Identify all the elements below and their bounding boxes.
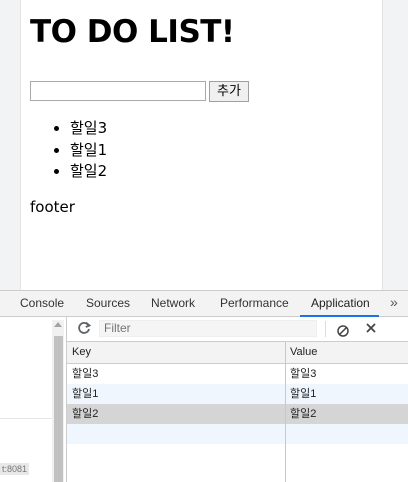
empty-row[interactable]: [67, 424, 408, 444]
key-cell[interactable]: 할일2: [72, 404, 98, 424]
key-cell[interactable]: 할일3: [72, 364, 98, 384]
value-cell[interactable]: 할일3: [290, 364, 316, 384]
browser-viewport: TO DO LIST! 추가 할일3 할일1 할일2 footer: [0, 0, 408, 290]
key-cell[interactable]: 할일1: [72, 384, 98, 404]
storage-table: Key Value 할일3 할일3 할일1 할일1 할일2 할일2: [67, 342, 408, 482]
todo-item: 할일3: [70, 118, 107, 140]
devtools-tab-bar: Console Sources Network Performance Appl…: [0, 291, 408, 317]
todo-input[interactable]: [30, 81, 206, 101]
table-row-selected[interactable]: 할일2 할일2: [67, 404, 408, 424]
table-row[interactable]: 할일1 할일1: [67, 384, 408, 404]
page-title: TO DO LIST!: [30, 14, 235, 50]
value-cell[interactable]: 할일2: [290, 404, 316, 424]
chevron-double-right-icon[interactable]: »: [390, 291, 398, 316]
add-todo-button[interactable]: 추가: [209, 81, 249, 102]
column-header-key[interactable]: Key: [72, 342, 91, 363]
todo-page: TO DO LIST! 추가 할일3 할일1 할일2 footer: [20, 0, 383, 290]
page-footer: footer: [30, 198, 75, 216]
scrollbar-thumb[interactable]: [54, 336, 63, 482]
table-header: Key Value: [67, 342, 408, 364]
tab-performance[interactable]: Performance: [220, 291, 289, 316]
scroll-up-icon[interactable]: [54, 322, 62, 327]
storage-toolbar: [67, 317, 408, 342]
sidebar-scrollbar[interactable]: [52, 320, 64, 482]
todo-item: 할일2: [70, 161, 107, 183]
column-header-value[interactable]: Value: [290, 342, 317, 363]
application-sidebar: t:8081: [0, 317, 67, 482]
column-divider[interactable]: [285, 342, 286, 482]
sidebar-divider: [0, 418, 52, 419]
todo-list: 할일3 할일1 할일2: [30, 118, 107, 183]
filter-input[interactable]: [99, 320, 317, 337]
value-cell[interactable]: 할일1: [290, 384, 316, 404]
tab-sources[interactable]: Sources: [86, 291, 130, 316]
toolbar-separator: [325, 321, 326, 337]
tab-network[interactable]: Network: [151, 291, 195, 316]
todo-item: 할일1: [70, 140, 107, 162]
refresh-icon[interactable]: [76, 320, 92, 336]
delete-icon[interactable]: [365, 320, 377, 337]
tab-application[interactable]: Application: [300, 291, 379, 317]
table-row[interactable]: 할일3 할일3: [67, 364, 408, 384]
tab-console[interactable]: Console: [20, 291, 64, 316]
clear-all-icon[interactable]: [337, 322, 349, 337]
sidebar-origin-label[interactable]: t:8081: [0, 463, 30, 475]
devtools-panel: Console Sources Network Performance Appl…: [0, 290, 408, 482]
